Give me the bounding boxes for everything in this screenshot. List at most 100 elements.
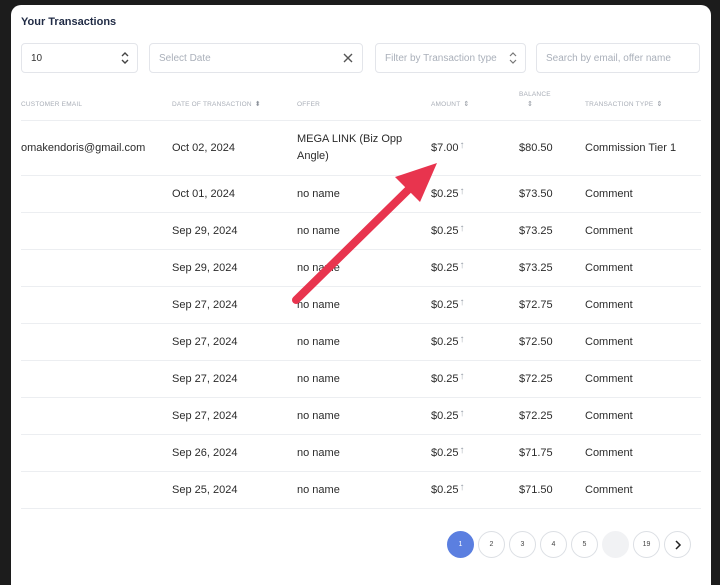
cell-amount: $0.25↑ [431,323,519,361]
arrow-up-icon: ↑ [459,445,465,456]
cell-offer: no name [297,175,431,213]
page-size-select[interactable]: 10 [21,43,138,73]
page-button-19[interactable]: 19 [633,531,660,558]
table-row[interactable]: Sep 27, 2024 no name $0.25↑ $72.25 Comment [21,397,701,435]
cell-type: Comment [585,360,701,398]
cell-amount: $7.00↑ [431,120,519,176]
cell-date: Sep 25, 2024 [172,471,297,509]
table-row[interactable]: Sep 27, 2024 no name $0.25↑ $72.75 Comment [21,286,701,324]
clear-date-icon[interactable] [342,50,354,66]
arrow-up-icon: ↑ [459,297,465,308]
cell-date: Sep 27, 2024 [172,323,297,361]
cell-email [21,249,172,287]
cell-type: Comment [585,434,701,472]
sort-icon[interactable]: ⇕ [527,101,533,108]
arrow-up-icon: ↑ [459,408,465,419]
cell-date: Sep 29, 2024 [172,249,297,287]
transactions-table: CUSTOMER EMAIL DATE OF TRANSACTION ⬍ OFFE… [21,91,701,509]
cell-offer: no name [297,360,431,398]
chevron-right-icon [674,539,681,550]
arrow-up-icon: ↑ [459,334,465,345]
cell-email [21,212,172,250]
table-row[interactable]: Sep 27, 2024 no name $0.25↑ $72.50 Comment [21,323,701,361]
page-button-3[interactable]: 3 [509,531,536,558]
search-placeholder: Search by email, offer name [546,53,671,64]
cell-email [21,397,172,435]
cell-balance: $71.50 [519,471,585,509]
table-row[interactable]: Oct 01, 2024 no name $0.25↑ $73.50 Comment [21,175,701,213]
column-header-date[interactable]: DATE OF TRANSACTION ⬍ [172,91,297,121]
page-button-5[interactable]: 5 [571,531,598,558]
cell-date: Sep 27, 2024 [172,286,297,324]
cell-amount: $0.25↑ [431,286,519,324]
cell-balance: $80.50 [519,120,585,176]
search-input[interactable]: Search by email, offer name [536,43,700,73]
page-button-2[interactable]: 2 [478,531,505,558]
column-header-amount[interactable]: AMOUNT ⇕ [431,91,519,121]
cell-balance: $72.75 [519,286,585,324]
cell-balance: $72.25 [519,397,585,435]
cell-date: Oct 02, 2024 [172,120,297,176]
arrow-up-icon: ↑ [459,139,465,151]
table-row[interactable]: Sep 26, 2024 no name $0.25↑ $71.75 Comment [21,434,701,472]
cell-balance: $73.50 [519,175,585,213]
cell-type: Comment [585,471,701,509]
cell-amount: $0.25↑ [431,360,519,398]
cell-type: Comment [585,323,701,361]
page-button-4[interactable]: 4 [540,531,567,558]
table-row[interactable]: omakendoris@gmail.com Oct 02, 2024 MEGA LI… [21,120,701,176]
arrow-up-icon: ↑ [459,482,465,493]
table-row[interactable]: Sep 25, 2024 no name $0.25↑ $71.50 Comment [21,471,701,509]
table-row[interactable]: Sep 29, 2024 no name $0.25↑ $73.25 Comment [21,249,701,287]
transaction-type-filter[interactable]: Filter by Transaction type [375,43,526,73]
table-header-row: CUSTOMER EMAIL DATE OF TRANSACTION ⬍ OFFE… [21,91,701,121]
cell-amount: $0.25↑ [431,175,519,213]
cell-offer: MEGA LINK (Biz Opp Angle) [297,120,431,176]
page-size-value: 10 [31,53,43,64]
cell-amount: $0.25↑ [431,212,519,250]
cell-offer: no name [297,471,431,509]
column-header-email: CUSTOMER EMAIL [21,91,172,121]
cell-balance: $72.25 [519,360,585,398]
page-button-1[interactable]: 1 [447,531,474,558]
cell-amount: $0.25↑ [431,434,519,472]
date-picker-input[interactable]: Select Date [149,43,363,73]
arrow-up-icon: ↑ [459,260,465,271]
table-row[interactable]: Sep 29, 2024 no name $0.25↑ $73.25 Comment [21,212,701,250]
cell-offer: no name [297,397,431,435]
cell-email [21,175,172,213]
cell-email [21,360,172,398]
sort-desc-icon[interactable]: ⬍ [255,101,261,108]
cell-email [21,471,172,509]
cell-date: Sep 27, 2024 [172,360,297,398]
cell-offer: no name [297,434,431,472]
arrow-up-icon: ↑ [459,371,465,382]
cell-amount: $0.25↑ [431,249,519,287]
cell-email [21,323,172,361]
cell-amount: $0.25↑ [431,471,519,509]
page-ellipsis [602,531,629,558]
select-arrows-icon [509,50,517,66]
cell-balance: $71.75 [519,434,585,472]
cell-balance: $72.50 [519,323,585,361]
cell-date: Oct 01, 2024 [172,175,297,213]
table-row[interactable]: Sep 27, 2024 no name $0.25↑ $72.25 Comment [21,360,701,398]
cell-type: Comment [585,212,701,250]
sort-icon[interactable]: ⇕ [463,101,469,108]
cell-offer: no name [297,249,431,287]
cell-balance: $73.25 [519,212,585,250]
page-title: Your Transactions [21,16,117,28]
cell-type: Comment [585,249,701,287]
cell-email: omakendoris@gmail.com [21,120,172,176]
transactions-card: Your Transactions 10 Select Date Filter … [11,5,711,585]
column-header-balance[interactable]: BALANCE ⇕ [519,91,585,121]
cell-type: Comment [585,397,701,435]
sort-icon[interactable]: ⇕ [656,101,662,108]
cell-amount: $0.25↑ [431,397,519,435]
date-placeholder: Select Date [159,53,211,64]
next-page-button[interactable] [664,531,691,558]
cell-email [21,286,172,324]
column-header-type[interactable]: TRANSACTION TYPE ⇕ [585,91,701,121]
cell-email [21,434,172,472]
cell-offer: no name [297,212,431,250]
